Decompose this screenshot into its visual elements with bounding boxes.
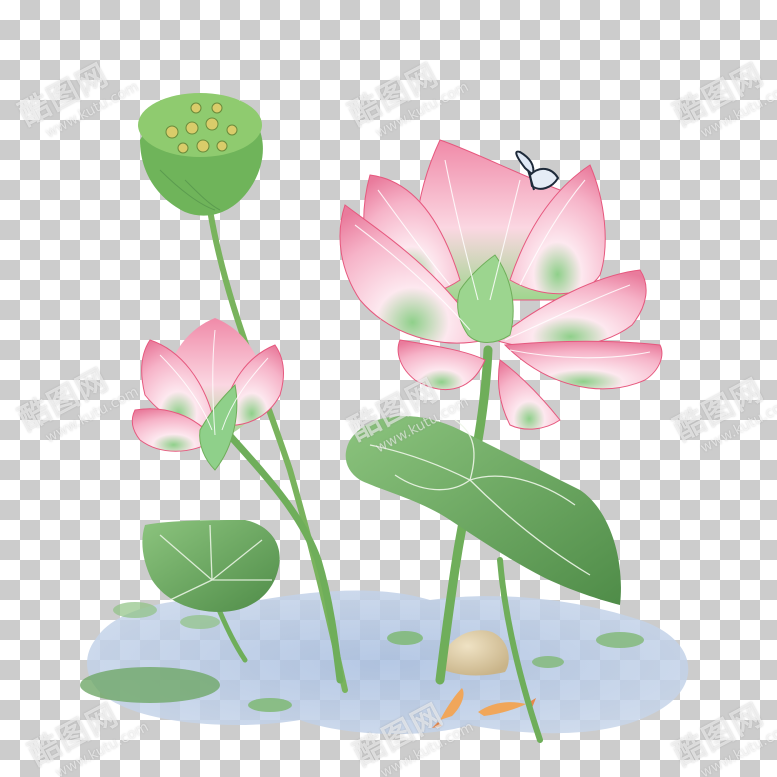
- transparent-canvas: 酷图网 www.kutu.com 酷图网 www.kutu.com 酷图网 ww…: [0, 0, 777, 777]
- floating-lily-pad: [532, 656, 564, 668]
- large-lotus-flower: [339, 139, 663, 430]
- floating-lily-pad: [596, 632, 644, 648]
- small-lotus-flower: [131, 318, 284, 471]
- floating-lily-pad: [113, 602, 157, 618]
- floating-lily-pad: [387, 631, 423, 645]
- floating-lily-pad: [180, 615, 220, 629]
- lotus-leaf-small: [142, 520, 280, 612]
- floating-lily-pad: [80, 667, 220, 703]
- floating-lily-pad: [248, 698, 292, 712]
- lotus-leaf-large: [345, 416, 621, 605]
- lotus-seed-pod: [138, 93, 263, 216]
- lotus-pond-illustration: [80, 93, 689, 743]
- pond-water: [80, 590, 689, 735]
